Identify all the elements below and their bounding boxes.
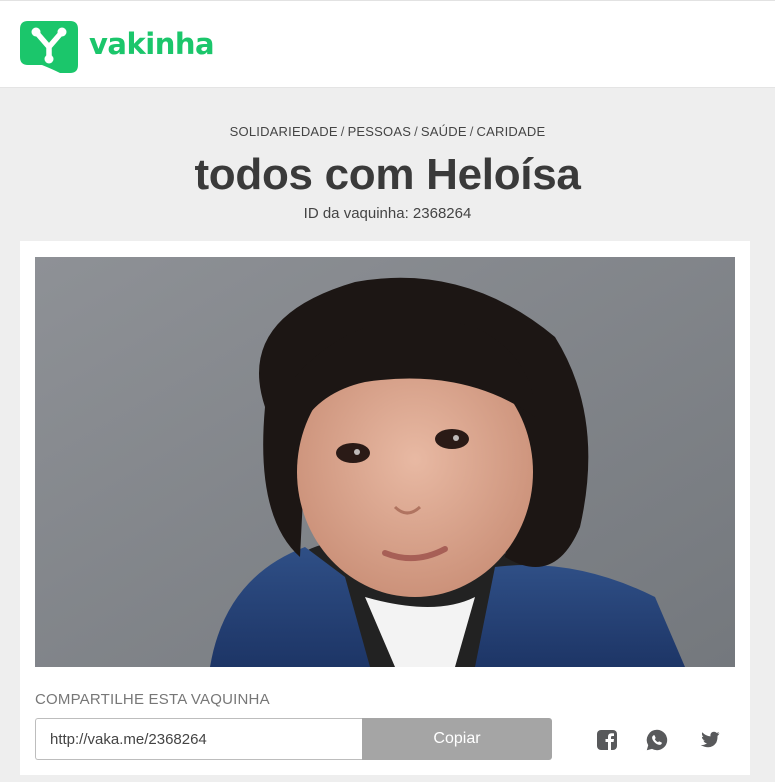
breadcrumb-separator: /: [469, 124, 474, 139]
campaign-header: SOLIDARIEDADE / PESSOAS / SAÚDE / CARIDADE tod…: [0, 124, 775, 222]
facebook-icon: [597, 730, 617, 750]
share-label: COMPARTILHE ESTA VAQUINHA: [35, 691, 270, 708]
campaign-photo: [35, 257, 735, 667]
whatsapp-share-button[interactable]: [645, 728, 669, 752]
campaign-card: COMPARTILHE ESTA VAQUINHA Copiar: [20, 241, 750, 775]
twitter-share-button[interactable]: [697, 728, 721, 752]
breadcrumb-separator: /: [340, 124, 345, 139]
category-pessoas[interactable]: PESSOAS: [348, 124, 412, 139]
site-logo[interactable]: vakinha: [20, 21, 215, 73]
share-url-input[interactable]: [35, 718, 363, 760]
category-saude[interactable]: SAÚDE: [421, 124, 467, 139]
campaign-id: ID da vaquinha: 2368264: [303, 205, 472, 222]
facebook-share-button[interactable]: [595, 728, 619, 752]
page-title: todos com Heloísa: [194, 150, 581, 199]
breadcrumb: SOLIDARIEDADE / PESSOAS / SAÚDE / CARIDADE: [0, 124, 775, 139]
brand-name: vakinha: [89, 27, 215, 61]
copy-button[interactable]: Copiar: [362, 718, 552, 760]
category-solidariedade[interactable]: SOLIDARIEDADE: [230, 124, 338, 139]
twitter-icon: [700, 731, 720, 748]
whatsapp-icon: [646, 729, 668, 751]
breadcrumb-separator: /: [414, 124, 418, 139]
category-caridade[interactable]: CARIDADE: [477, 124, 546, 139]
vakinha-logo-icon: [20, 21, 78, 73]
top-bar: vakinha: [0, 0, 775, 88]
